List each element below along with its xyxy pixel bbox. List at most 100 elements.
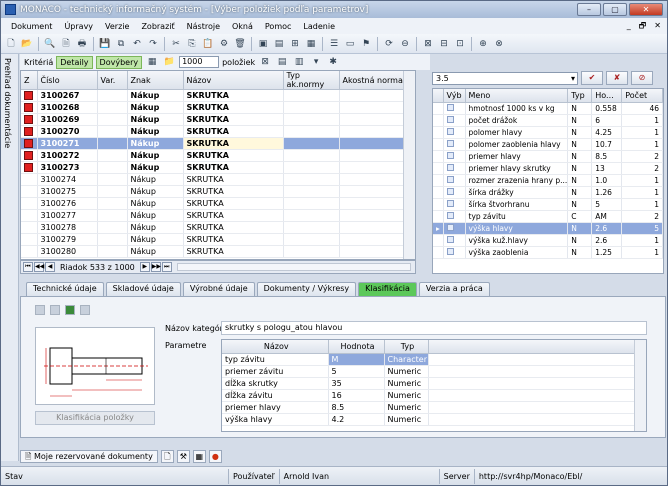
list-item[interactable]: hmotnosť 1000 ks v kg N 0.558 46 bbox=[433, 102, 663, 115]
table-row[interactable]: 3100268 Nákup SKRUTKA bbox=[21, 101, 415, 114]
col-znak[interactable]: Znak bbox=[127, 71, 184, 90]
open-folder-icon[interactable]: 📂 bbox=[20, 37, 34, 51]
table-row[interactable]: dĺžka skrutky 35 Numeric bbox=[222, 377, 646, 390]
table-row[interactable]: typ závitu M Character bbox=[222, 353, 646, 366]
table-row[interactable]: priemer hlavy 8.5 Numeric bbox=[222, 401, 646, 414]
cell-vyb[interactable] bbox=[443, 222, 466, 235]
bottom-doc-icon[interactable]: 🗋 bbox=[160, 450, 174, 463]
cell-vyb[interactable] bbox=[443, 234, 466, 247]
nav-prev-page-icon[interactable]: ◀◀ bbox=[34, 262, 44, 272]
list-item[interactable]: výška zaoblenia N 1.25 1 bbox=[433, 246, 663, 259]
panel-grid-icon[interactable] bbox=[65, 305, 75, 315]
checkbox-icon[interactable] bbox=[446, 187, 454, 195]
calc-icon[interactable]: ▤ bbox=[275, 55, 289, 69]
grid-icon[interactable]: ▦ bbox=[304, 37, 318, 51]
tree-icon[interactable]: ⊞ bbox=[288, 37, 302, 51]
cell-vyb[interactable] bbox=[443, 114, 466, 127]
checkbox-icon[interactable] bbox=[446, 235, 454, 243]
sidebar[interactable]: Prehľad dokumentácie bbox=[1, 54, 19, 461]
cell-vyb[interactable] bbox=[443, 174, 466, 187]
mdi-restore-icon[interactable]: 🗗 bbox=[639, 18, 647, 34]
close-button[interactable]: ✕ bbox=[629, 3, 663, 16]
col-var[interactable]: Var. bbox=[97, 71, 128, 90]
cell-vyb[interactable] bbox=[443, 150, 466, 163]
list-item[interactable]: šírka drážky N 1.26 1 bbox=[433, 186, 663, 199]
table-row[interactable]: 3100272 Nákup SKRUTKA bbox=[21, 149, 415, 162]
tool-c-icon[interactable]: ⊡ bbox=[453, 37, 467, 51]
menu-upravy[interactable]: Úpravy bbox=[58, 22, 99, 31]
table-row[interactable]: 3100280 Nákup SKRUTKA bbox=[21, 245, 415, 258]
tool-e-icon[interactable]: ⊗ bbox=[492, 37, 506, 51]
col-typ[interactable]: Typ bbox=[567, 89, 593, 103]
refresh-icon[interactable]: ⟳ bbox=[382, 37, 396, 51]
flag-icon[interactable]: ⚑ bbox=[359, 37, 373, 51]
minimize-button[interactable]: – bbox=[577, 3, 601, 16]
table-row[interactable]: 3100274 Nákup SKRUTKA bbox=[21, 173, 415, 186]
copy-doc-icon[interactable]: ⧉ bbox=[114, 37, 128, 51]
list-item[interactable]: priemer hlavy skrutky N 13 2 bbox=[433, 162, 663, 175]
mdi-minimize-icon[interactable]: _ bbox=[627, 18, 631, 34]
list-item[interactable]: typ závitu C AM 2 bbox=[433, 210, 663, 223]
copy-icon[interactable]: ⎘ bbox=[185, 37, 199, 51]
params-vscroll[interactable] bbox=[634, 340, 646, 431]
dovybery-button[interactable]: Dovýbery bbox=[95, 55, 143, 69]
cell-vyb[interactable] bbox=[443, 246, 466, 259]
tab-dokumenty-vykresy[interactable]: Dokumenty / Výkresy bbox=[256, 282, 357, 296]
tool-a-icon[interactable]: ⊠ bbox=[421, 37, 435, 51]
bottom-stop-icon[interactable]: ● bbox=[208, 450, 222, 463]
nav-next-page-icon[interactable]: ▶▶ bbox=[150, 262, 161, 272]
count-input[interactable]: 1000 bbox=[179, 56, 220, 68]
cell-param-hodnota[interactable]: 35 bbox=[328, 377, 385, 390]
table-row[interactable]: 3100279 Nákup SKRUTKA bbox=[21, 233, 415, 246]
cell-param-hodnota[interactable]: 4.2 bbox=[328, 413, 385, 426]
checkbox-icon[interactable] bbox=[446, 199, 454, 207]
table-row[interactable]: priemer závitu 5 Numeric bbox=[222, 365, 646, 378]
tab-vyrobne-udaje[interactable]: Výrobné údaje bbox=[182, 282, 255, 296]
save-icon[interactable]: 💾 bbox=[98, 37, 112, 51]
list-item[interactable]: ▸ výška hlavy N 2.6 5 bbox=[433, 222, 663, 235]
cell-vyb[interactable] bbox=[443, 210, 466, 223]
menu-nastroje[interactable]: Nástroje bbox=[181, 22, 226, 31]
menu-zobrazit[interactable]: Zobraziť bbox=[135, 22, 180, 31]
view-form-icon[interactable]: ▭ bbox=[343, 37, 357, 51]
menu-verzie[interactable]: Verzie bbox=[99, 22, 135, 31]
list-item[interactable]: výška kuž.hlavy N 2.6 1 bbox=[433, 234, 663, 247]
folder-filter-icon[interactable]: 📁 bbox=[162, 55, 176, 69]
table-row[interactable]: výška hlavy 4.2 Numeric bbox=[222, 413, 646, 426]
menu-okna[interactable]: Okná bbox=[226, 22, 259, 31]
undo-icon[interactable]: ↶ bbox=[130, 37, 144, 51]
col-pocet[interactable]: Počet bbox=[621, 89, 663, 103]
table-row[interactable]: 3100278 Nákup SKRUTKA bbox=[21, 221, 415, 234]
list-item[interactable]: priemer hlavy N 8.5 2 bbox=[433, 150, 663, 163]
cell-vyb[interactable] bbox=[443, 138, 466, 151]
pcol-typ[interactable]: Typ bbox=[384, 340, 429, 354]
redo-icon[interactable]: ↷ bbox=[146, 37, 160, 51]
layout-icon[interactable]: ▤ bbox=[272, 37, 286, 51]
back-icon[interactable]: ⊖ bbox=[398, 37, 412, 51]
panel-tool-1-icon[interactable] bbox=[35, 305, 45, 315]
delete-icon[interactable]: 🗑 bbox=[233, 37, 247, 51]
menu-ladenie[interactable]: Ladenie bbox=[297, 22, 341, 31]
bottom-tools-icon[interactable]: ⚒ bbox=[176, 450, 190, 463]
print-icon[interactable]: 🖶 bbox=[75, 37, 89, 51]
clear-filter-button[interactable]: ⊘ bbox=[631, 71, 653, 85]
cell-vyb[interactable] bbox=[443, 162, 466, 175]
dropdown-icon[interactable]: ▾ bbox=[309, 55, 323, 69]
detaily-button[interactable]: Detaily bbox=[56, 55, 93, 69]
cell-vyb[interactable] bbox=[443, 126, 466, 139]
apply-filter-button[interactable]: ✔ bbox=[581, 71, 603, 85]
table-row[interactable]: 3100273 Nákup SKRUTKA bbox=[21, 161, 415, 174]
cut-icon[interactable]: ✂ bbox=[169, 37, 183, 51]
moje-rezervovane-tab[interactable]: 🗎 Moje rezervované dokumenty bbox=[20, 450, 158, 463]
table-row[interactable]: 3100271 Nákup SKRUTKA bbox=[21, 137, 415, 150]
kriteria-label[interactable]: Kritériá bbox=[24, 58, 53, 67]
checkbox-icon[interactable] bbox=[446, 139, 454, 147]
bottom-calc-icon[interactable]: ▦ bbox=[192, 450, 206, 463]
mdi-close-icon[interactable]: ✕ bbox=[654, 18, 661, 34]
checkbox-icon[interactable] bbox=[446, 163, 454, 171]
window-icon[interactable]: ▣ bbox=[256, 37, 270, 51]
cell-vyb[interactable] bbox=[443, 186, 466, 199]
param-value-combo[interactable]: 3.5 bbox=[432, 71, 578, 85]
grid-filter-icon[interactable]: ▦ bbox=[145, 55, 159, 69]
cell-param-hodnota[interactable]: M bbox=[328, 353, 385, 366]
